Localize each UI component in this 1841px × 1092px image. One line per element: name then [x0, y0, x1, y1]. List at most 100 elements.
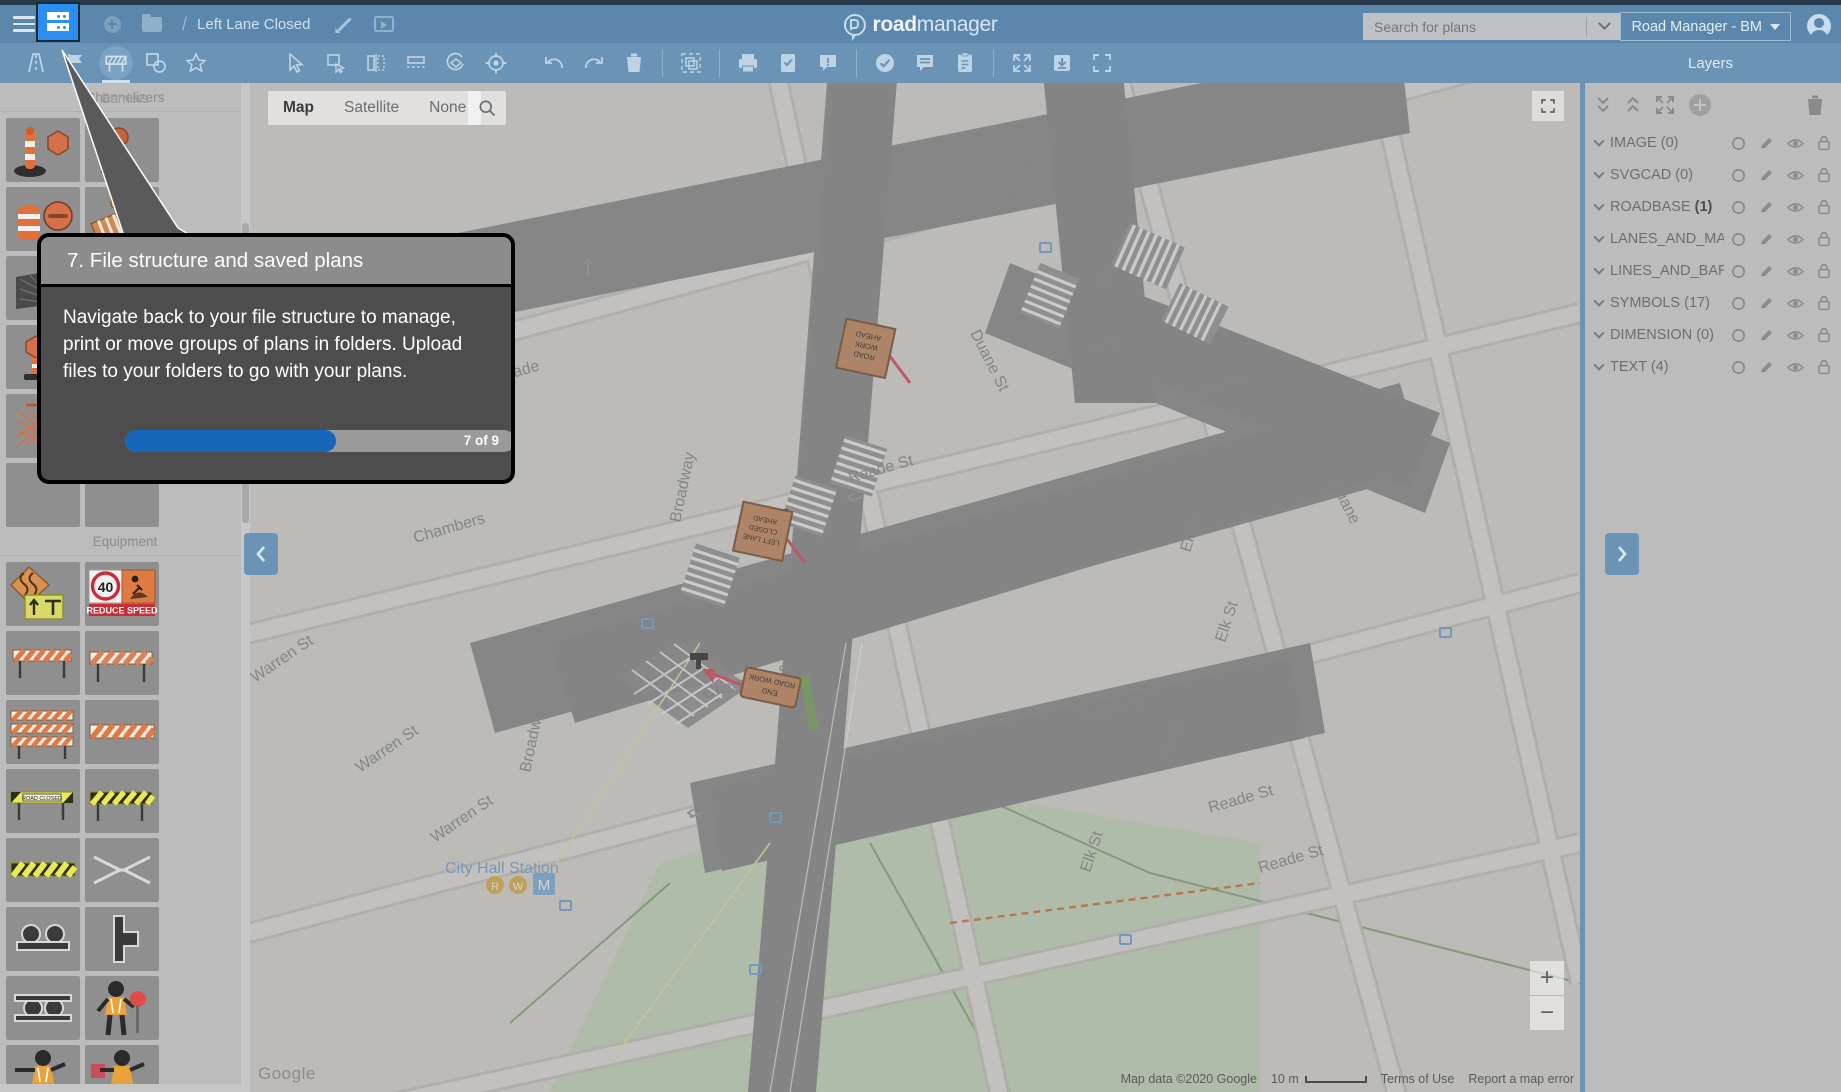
palette-item-road-closed-barricade[interactable]: ROAD CLOSED — [6, 769, 80, 833]
select-icon[interactable] — [1731, 328, 1746, 343]
chevron-down-icon[interactable] — [1593, 167, 1605, 179]
palette-item-yellow-barricade[interactable] — [85, 769, 159, 833]
terms-of-use-link[interactable]: Terms of Use — [1381, 1072, 1455, 1086]
chevron-down-icon[interactable] — [1593, 295, 1605, 307]
search-dropdown-button[interactable] — [1587, 17, 1621, 31]
organization-selector[interactable]: Road Manager - BM — [1620, 12, 1791, 41]
map-search-button[interactable] — [468, 91, 506, 125]
move-up-icon[interactable] — [1625, 94, 1641, 116]
lock-icon[interactable] — [1817, 295, 1831, 311]
select-icon[interactable] — [1731, 136, 1746, 151]
tool-print[interactable] — [728, 43, 768, 83]
visibility-icon[interactable] — [1787, 233, 1804, 246]
chevron-down-icon[interactable] — [1593, 327, 1605, 339]
tool-comment[interactable] — [905, 43, 945, 83]
folder-button[interactable] — [132, 5, 172, 43]
tool-download[interactable] — [1042, 43, 1082, 83]
select-icon[interactable] — [1731, 200, 1746, 215]
tool-notes[interactable] — [945, 43, 985, 83]
palette-item-double-drum-barrier[interactable] — [6, 976, 80, 1040]
map-fullscreen-button[interactable] — [1532, 91, 1564, 121]
palette-item-orange-stripe-panel[interactable] — [85, 700, 159, 764]
collapse-left-panel-button[interactable] — [244, 532, 278, 575]
palette-item-type-i-barricade[interactable] — [85, 631, 159, 695]
layer-row-symbols[interactable]: SYMBOLS (17) — [1585, 287, 1841, 319]
lock-icon[interactable] — [1817, 135, 1831, 151]
select-icon[interactable] — [1731, 264, 1746, 279]
tour-progress-bar[interactable]: 7 of 9 — [125, 430, 511, 452]
tool-select[interactable] — [276, 43, 316, 83]
palette-item-reduce-speed-40-sign[interactable]: 40 REDUCE SPEED — [85, 562, 159, 626]
visibility-icon[interactable] — [1787, 297, 1804, 310]
visibility-icon[interactable] — [1787, 137, 1804, 150]
palette-item-type-ii-barricade[interactable] — [6, 631, 80, 695]
palette-item-type-iii-barricade[interactable] — [6, 700, 80, 764]
layer-row-lanes-and-markings[interactable]: LANES_AND_MARK — [1585, 223, 1841, 255]
tool-flag[interactable] — [56, 43, 96, 83]
delete-layer-icon[interactable] — [1805, 94, 1825, 116]
layer-row-image[interactable]: IMAGE (0) — [1585, 127, 1841, 159]
select-icon[interactable] — [1731, 360, 1746, 375]
map-zoom-in-button[interactable]: + — [1530, 961, 1564, 995]
edit-icon[interactable] — [1759, 136, 1774, 151]
edit-icon[interactable] — [1759, 264, 1774, 279]
right-panel-toggle-group[interactable] — [1605, 532, 1639, 575]
palette-horizontal-scrollbar[interactable] — [0, 1084, 250, 1092]
select-icon[interactable] — [1731, 296, 1746, 311]
lock-icon[interactable] — [1817, 327, 1831, 343]
layer-row-roadbase[interactable]: ROADBASE (1) — [1585, 191, 1841, 223]
chevron-down-icon[interactable] — [1593, 231, 1605, 243]
move-plan-button[interactable] — [364, 5, 404, 43]
map-type-satellite[interactable]: Satellite — [329, 91, 414, 125]
move-down-icon[interactable] — [1595, 94, 1611, 116]
tool-mirror[interactable] — [356, 43, 396, 83]
tool-expand[interactable] — [1002, 43, 1042, 83]
tool-duplicate[interactable] — [671, 43, 711, 83]
chevron-down-icon[interactable] — [1593, 135, 1605, 147]
layer-row-svgcad[interactable]: SVGCAD (0) — [1585, 159, 1841, 191]
edit-icon[interactable] — [1759, 296, 1774, 311]
palette-item-yellow-stripe-panel[interactable] — [6, 838, 80, 902]
tool-favorites[interactable] — [176, 43, 216, 83]
map-zoom-out-button[interactable]: − — [1530, 996, 1564, 1030]
account-avatar-icon[interactable] — [1807, 14, 1831, 41]
lock-icon[interactable] — [1817, 263, 1831, 279]
lock-icon[interactable] — [1817, 167, 1831, 183]
visibility-icon[interactable] — [1787, 265, 1804, 278]
rename-plan-button[interactable] — [324, 5, 364, 43]
tool-fullscreen[interactable] — [1082, 43, 1122, 83]
palette-item-cone-with-drum[interactable] — [85, 118, 159, 182]
palette-item-flagger-with-paddle[interactable] — [85, 976, 159, 1040]
chevron-down-icon[interactable] — [1593, 359, 1605, 371]
edit-icon[interactable] — [1759, 360, 1774, 375]
tool-barriers[interactable] — [96, 43, 136, 83]
tool-redo[interactable] — [574, 43, 614, 83]
left-panel-toggle-group[interactable] — [244, 532, 278, 575]
map-type-switcher[interactable]: Map Satellite None — [268, 91, 482, 125]
chevron-down-icon[interactable] — [1593, 199, 1605, 211]
tool-target[interactable] — [476, 43, 516, 83]
search-input[interactable] — [1363, 18, 1586, 35]
add-plan-button[interactable] — [92, 5, 132, 43]
palette-item-t-block[interactable] — [85, 907, 159, 971]
palette-item-water-barrier[interactable] — [6, 907, 80, 971]
tool-rotate[interactable] — [436, 43, 476, 83]
lock-icon[interactable] — [1817, 231, 1831, 247]
palette-item-lane-shift-sign[interactable] — [6, 562, 80, 626]
lock-icon[interactable] — [1817, 359, 1831, 375]
report-map-error-link[interactable]: Report a map error — [1468, 1072, 1574, 1086]
tool-align[interactable] — [396, 43, 436, 83]
edit-icon[interactable] — [1759, 200, 1774, 215]
plan-search[interactable] — [1363, 13, 1621, 40]
tool-alert-comment[interactable] — [808, 43, 848, 83]
visibility-icon[interactable] — [1787, 201, 1804, 214]
expand-right-panel-button[interactable] — [1605, 532, 1639, 575]
tool-approve[interactable] — [865, 43, 905, 83]
visibility-icon[interactable] — [1787, 329, 1804, 342]
layer-row-dimension[interactable]: DIMENSION (0) — [1585, 319, 1841, 351]
visibility-icon[interactable] — [1787, 169, 1804, 182]
tool-marquee-select[interactable] — [316, 43, 356, 83]
layer-row-lines-and-barriers[interactable]: LINES_AND_BARRI — [1585, 255, 1841, 287]
tool-undo[interactable] — [534, 43, 574, 83]
palette-item-vertical-panel-and-sign[interactable] — [6, 118, 80, 182]
